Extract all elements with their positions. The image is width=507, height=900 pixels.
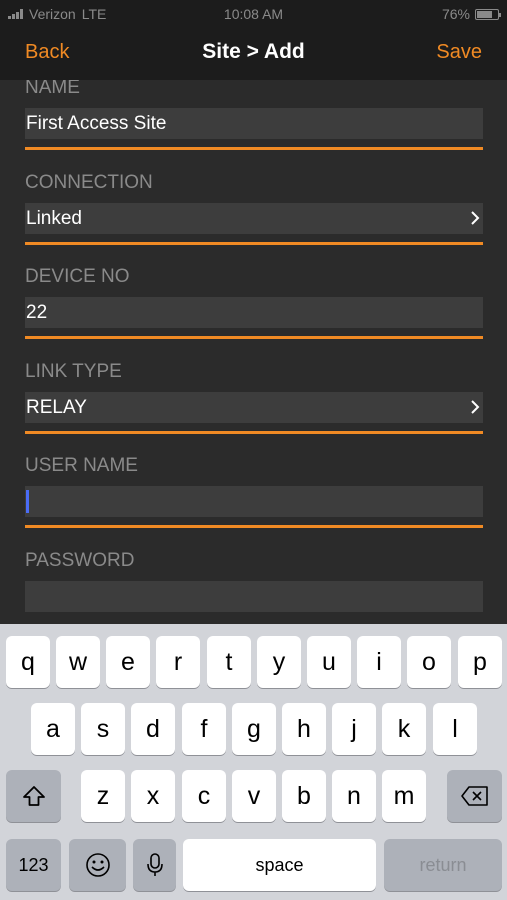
numbers-key[interactable]: 123 [6, 839, 61, 891]
name-label: NAME [25, 80, 80, 98]
key-m[interactable]: m [382, 770, 426, 822]
key-c[interactable]: c [182, 770, 226, 822]
link-type-underline [25, 431, 483, 434]
space-key[interactable]: space [183, 839, 376, 891]
return-key[interactable]: return [384, 839, 502, 891]
battery-percent: 76% [441, 6, 470, 22]
chevron-right-icon [471, 211, 480, 225]
battery-icon [475, 8, 501, 20]
key-j[interactable]: j [332, 703, 376, 755]
connection-select[interactable]: Linked [25, 203, 483, 234]
navigation-bar: Back Site > Add Save [0, 28, 507, 80]
key-w[interactable]: w [56, 636, 100, 688]
password-label: PASSWORD [25, 550, 135, 571]
key-o[interactable]: o [407, 636, 451, 688]
link-type-select[interactable]: RELAY [25, 392, 483, 423]
site-form[interactable]: NAME First Access Site CONNECTION Linked… [0, 80, 507, 624]
password-input[interactable] [25, 581, 483, 612]
device-no-label: DEVICE NO [25, 266, 130, 287]
delete-key[interactable] [447, 770, 502, 822]
key-g[interactable]: g [232, 703, 276, 755]
shift-icon [22, 786, 45, 806]
key-h[interactable]: h [282, 703, 326, 755]
key-l[interactable]: l [433, 703, 477, 755]
device-no-input[interactable]: 22 [25, 297, 483, 328]
key-b[interactable]: b [282, 770, 326, 822]
key-z[interactable]: z [81, 770, 125, 822]
connection-value: Linked [26, 208, 82, 229]
status-bar: Verizon LTE 10:08 AM 76% [0, 0, 507, 28]
dictation-key[interactable] [133, 839, 176, 891]
key-n[interactable]: n [332, 770, 376, 822]
key-f[interactable]: f [182, 703, 226, 755]
page-title: Site > Add [202, 40, 305, 63]
key-r[interactable]: r [156, 636, 200, 688]
shift-key[interactable] [6, 770, 61, 822]
key-a[interactable]: a [31, 703, 75, 755]
connection-label: CONNECTION [25, 172, 153, 193]
microphone-icon [146, 853, 163, 876]
user-name-label: USER NAME [25, 455, 138, 476]
user-name-input[interactable] [25, 486, 483, 517]
status-right: 76% [441, 6, 501, 22]
backspace-icon [460, 786, 488, 806]
key-e[interactable]: e [106, 636, 150, 688]
name-value: First Access Site [26, 113, 167, 134]
chevron-right-icon [471, 400, 480, 414]
device-no-value: 22 [26, 302, 48, 323]
user-name-underline [25, 525, 483, 528]
key-s[interactable]: s [81, 703, 125, 755]
key-v[interactable]: v [232, 770, 276, 822]
key-k[interactable]: k [382, 703, 426, 755]
key-u[interactable]: u [307, 636, 351, 688]
name-underline [25, 147, 483, 150]
key-x[interactable]: x [131, 770, 175, 822]
key-p[interactable]: p [458, 636, 502, 688]
emoji-icon [85, 853, 110, 877]
text-cursor [26, 490, 29, 513]
link-type-value: RELAY [26, 397, 87, 418]
key-q[interactable]: q [6, 636, 50, 688]
key-d[interactable]: d [131, 703, 175, 755]
save-button[interactable]: Save [436, 41, 482, 64]
device-no-underline [25, 336, 483, 339]
clock: 10:08 AM [223, 6, 284, 22]
link-type-label: LINK TYPE [25, 361, 122, 382]
key-t[interactable]: t [207, 636, 251, 688]
key-y[interactable]: y [257, 636, 301, 688]
connection-underline [25, 242, 483, 245]
name-input[interactable]: First Access Site [25, 108, 483, 139]
key-i[interactable]: i [357, 636, 401, 688]
emoji-key[interactable] [69, 839, 126, 891]
keyboard: q w e r t y u i o p a s d f g h j k l z … [0, 624, 507, 900]
